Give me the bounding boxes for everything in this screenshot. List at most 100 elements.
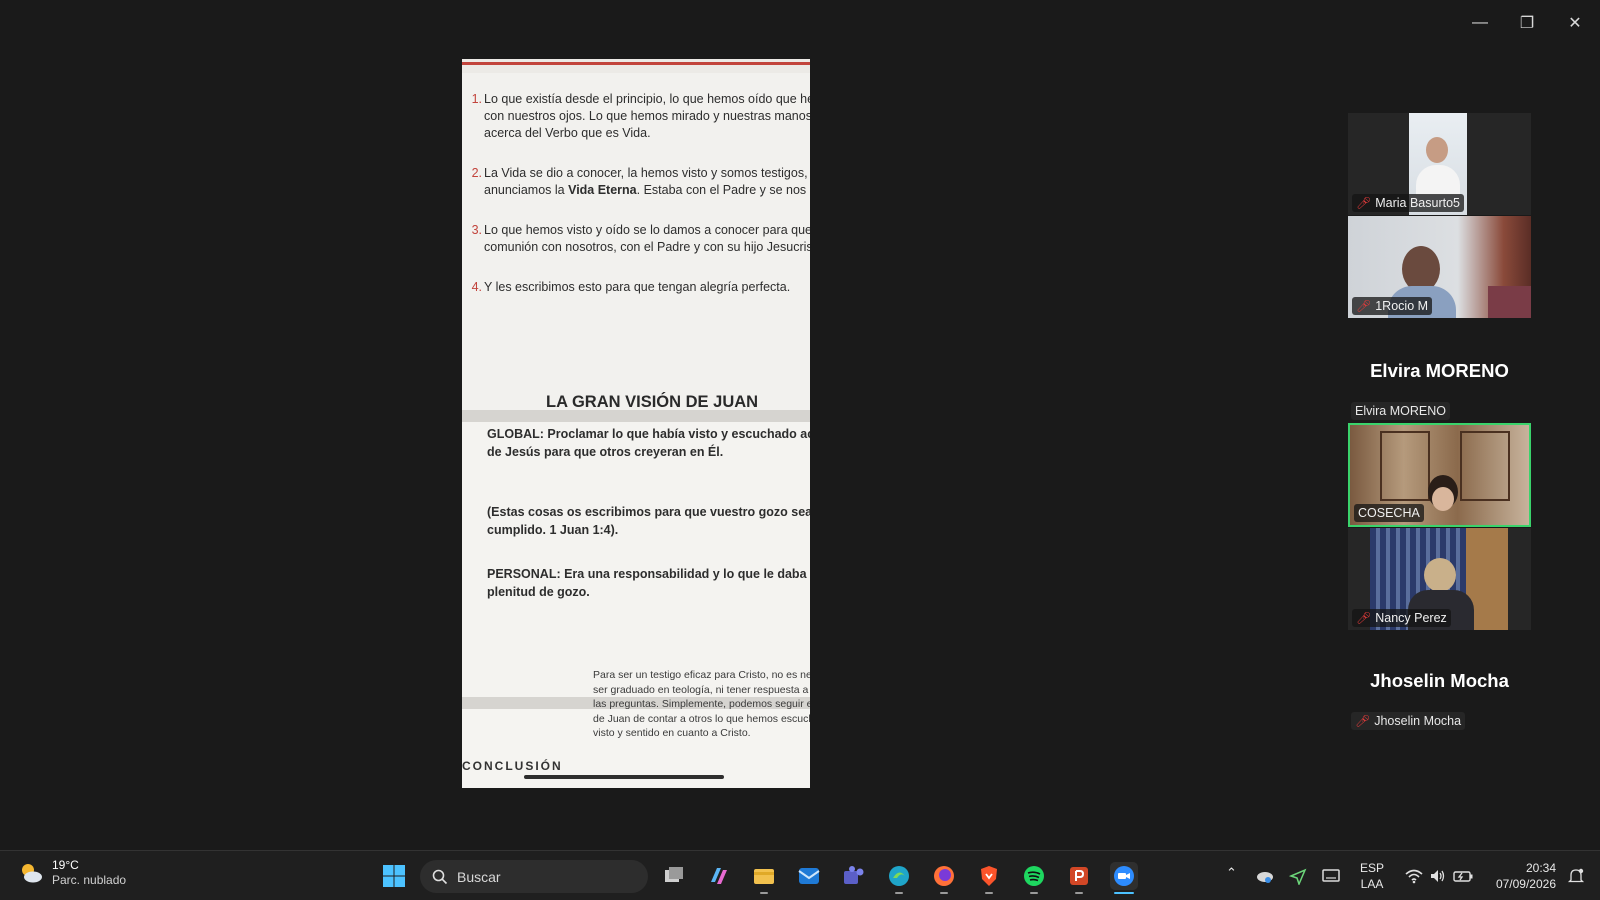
- language-code: ESP: [1360, 861, 1385, 875]
- scroll-indicator[interactable]: [524, 775, 724, 779]
- quote-paragraph: (Estas cosas os escribimos para que vues…: [487, 505, 810, 537]
- clock[interactable]: 20:34 07/09/2026: [1488, 860, 1556, 892]
- battery-button[interactable]: [1449, 862, 1477, 890]
- cut-heading: CONCLUSIÓN: [462, 759, 563, 773]
- verse-text: Y les escribimos esto para que tengan al…: [484, 280, 791, 294]
- active-indicator: [1114, 892, 1134, 894]
- file-explorer-button[interactable]: [750, 862, 778, 894]
- show-hidden-icons-button[interactable]: ⌃: [1226, 865, 1237, 881]
- verse-number: 4.: [471, 280, 482, 294]
- taskbar-search[interactable]: Buscar: [420, 860, 648, 893]
- chevron-up-icon: ⌃: [1226, 865, 1237, 880]
- notifications-button[interactable]: [1562, 862, 1590, 890]
- cloud-icon: [1257, 872, 1273, 883]
- onedrive-button[interactable]: [1251, 862, 1279, 890]
- edge-icon: [889, 866, 909, 886]
- participant-name: Elvira MORENO: [1355, 404, 1446, 418]
- zoom-icon: [1114, 866, 1134, 886]
- verse-3: 3. Lo que hemos visto y oído se lo damos…: [470, 222, 810, 256]
- verse-number: 3.: [471, 223, 482, 237]
- powerpoint-icon: [1070, 867, 1088, 885]
- outlook-icon: [798, 868, 820, 884]
- running-indicator: [760, 892, 768, 894]
- participant-name-large: Elvira MORENO: [1370, 360, 1509, 381]
- running-indicator: [895, 892, 903, 894]
- folder-icon: [754, 869, 774, 884]
- footnote-text: Para ser un testigo eficaz para Cristo, …: [593, 669, 810, 740]
- face-shape: [1432, 487, 1454, 511]
- participant-tile[interactable]: 🎤︎ Nancy Perez: [1348, 528, 1531, 630]
- firefox-icon: [934, 866, 954, 886]
- verse-text: Lo que existía desde el principio, lo qu…: [484, 92, 810, 140]
- close-button[interactable]: ✕: [1560, 10, 1590, 36]
- participant-name-label: COSECHA: [1354, 504, 1424, 522]
- battery-charging-icon: [1453, 871, 1473, 882]
- participant-tile[interactable]: 🎤︎ 1Rocio M: [1348, 216, 1531, 318]
- teams-button[interactable]: [840, 862, 868, 890]
- partly-cloudy-icon: [22, 864, 42, 883]
- participant-tile[interactable]: 🎤︎ Maria Basurto5: [1348, 113, 1531, 215]
- verse-2: 2. La Vida se dio a conocer, la hemos vi…: [470, 165, 810, 199]
- mic-muted-icon: 🎤︎: [1356, 196, 1372, 210]
- verse-text-part: . Estaba con el Padre y se nos apareció.: [636, 183, 810, 197]
- task-view-icon: [665, 867, 683, 882]
- section-title: LA GRAN VISIÓN DE JUAN: [546, 393, 759, 411]
- shared-screen-document[interactable]: 1. Lo que existía desde el principio, lo…: [462, 59, 810, 788]
- face-shape: [1426, 137, 1448, 163]
- edge-button[interactable]: [885, 862, 913, 894]
- shirt-shape: [1416, 165, 1460, 195]
- spotify-icon: [1024, 866, 1044, 886]
- firefox-button[interactable]: [930, 862, 958, 894]
- verse-text: La Vida se dio a conocer, la hemos visto…: [484, 165, 810, 199]
- language-indicator[interactable]: ESP LAA: [1360, 860, 1384, 892]
- background-object: [1488, 286, 1531, 318]
- search-label: Buscar: [457, 868, 501, 885]
- restore-button[interactable]: ❐: [1512, 10, 1542, 36]
- task-view-button[interactable]: [660, 862, 688, 890]
- copilot-button[interactable]: [705, 862, 733, 890]
- brave-icon: [981, 866, 997, 886]
- participant-name: Maria Basurto5: [1375, 196, 1460, 210]
- running-indicator: [940, 892, 948, 894]
- participant-name-small: 🎤︎ Jhoselin Mocha: [1351, 712, 1466, 730]
- restore-icon: ❐: [1519, 15, 1535, 32]
- minimize-icon: —: [1472, 14, 1488, 31]
- mic-muted-icon: 🎤︎: [1356, 611, 1372, 625]
- keyboard-layout: LAA: [1360, 877, 1384, 891]
- global-paragraph: GLOBAL: Proclamar lo que había visto y e…: [487, 425, 810, 461]
- powerpoint-button[interactable]: [1065, 862, 1093, 894]
- active-speaker-tile[interactable]: COSECHA: [1348, 423, 1531, 527]
- weather-temperature: 19°C: [52, 858, 79, 872]
- copilot-icon: [711, 868, 727, 884]
- location-arrow-icon: [1288, 868, 1307, 885]
- vision-section: [462, 422, 810, 697]
- weather-condition: Parc. nublado: [52, 873, 127, 887]
- zoom-button[interactable]: [1110, 862, 1138, 894]
- start-button[interactable]: [380, 862, 408, 890]
- face-shape: [1424, 558, 1456, 592]
- participant-name-label: 🎤︎ 1Rocio M: [1352, 297, 1433, 315]
- monitor-icon: [1322, 869, 1340, 882]
- close-icon: ✕: [1568, 15, 1582, 32]
- participant-name: Nancy Perez: [1375, 611, 1447, 625]
- weather-widget[interactable]: 19°C Parc. nublado: [18, 858, 126, 888]
- global-label: GLOBAL:: [487, 427, 544, 441]
- mic-muted-icon: 🎤︎: [1355, 714, 1371, 728]
- mic-muted-icon: 🎤︎: [1356, 299, 1372, 313]
- participant-name-small: Elvira MORENO: [1351, 402, 1450, 420]
- verse-number: 1.: [471, 92, 482, 106]
- location-button[interactable]: [1284, 862, 1312, 890]
- display-button[interactable]: [1317, 862, 1345, 890]
- brave-button[interactable]: [975, 862, 1003, 894]
- wifi-icon: [1405, 869, 1423, 884]
- running-indicator: [1075, 892, 1083, 894]
- spotify-button[interactable]: [1020, 862, 1048, 894]
- running-indicator: [985, 892, 993, 894]
- participant-name: COSECHA: [1358, 506, 1420, 520]
- outlook-button[interactable]: [795, 862, 823, 890]
- minimize-button[interactable]: —: [1465, 10, 1495, 36]
- windows-taskbar: 19°C Parc. nublado Buscar ⌃ ESP LAA 20:3…: [0, 850, 1600, 900]
- bell-icon: [1567, 868, 1585, 883]
- participant-name-label: 🎤︎ Maria Basurto5: [1352, 194, 1464, 212]
- volume-button[interactable]: [1424, 862, 1452, 890]
